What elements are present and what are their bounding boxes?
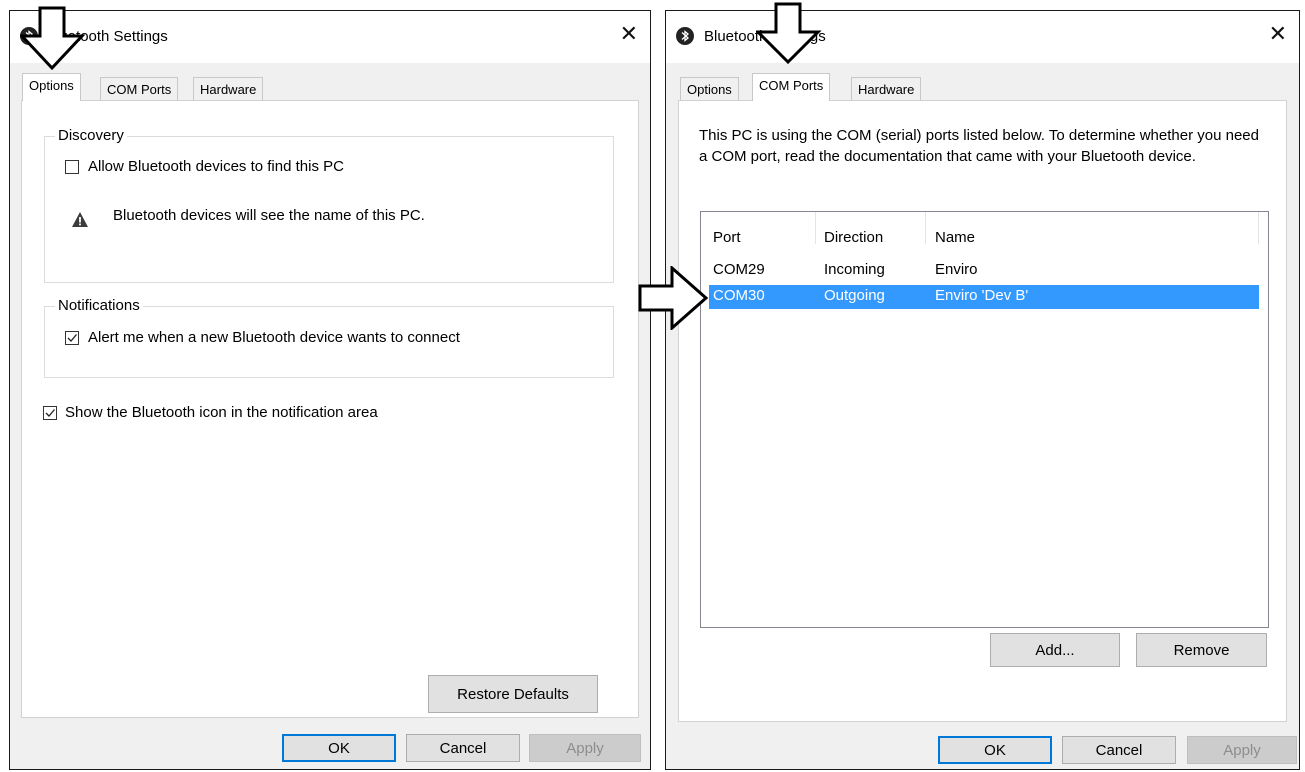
checkmark-icon [67,334,77,342]
close-icon[interactable]: ✕ [1269,23,1287,45]
title-bar: Bluetooth Settings ✕ [10,11,650,63]
column-header-port[interactable]: Port [713,229,741,246]
list-item-selected[interactable]: COM30 Outgoing Enviro 'Dev B' [709,285,1259,309]
list-item[interactable]: COM29 Incoming Enviro [709,259,1259,283]
direction-cell: Outgoing [824,287,885,304]
column-header-direction[interactable]: Direction [824,229,883,246]
options-panel: Discovery Allow Bluetooth devices to fin… [21,100,639,718]
ok-button[interactable]: OK [282,734,396,762]
column-separator [1258,212,1259,244]
arrow-down-icon [756,2,822,64]
com-ports-panel: This PC is using the COM (serial) ports … [678,100,1287,722]
show-icon-checkbox[interactable] [43,406,57,420]
bluetooth-settings-dialog-options: Bluetooth Settings ✕ Options COM Ports H… [9,10,651,770]
alert-checkbox[interactable] [65,331,79,345]
add-button[interactable]: Add... [990,633,1120,667]
tab-options[interactable]: Options [22,73,81,101]
arrow-right-icon [638,266,709,330]
tab-hardware[interactable]: Hardware [851,77,922,101]
port-cell: COM29 [713,261,765,278]
arrow-down-icon [20,6,86,70]
direction-cell: Incoming [824,261,885,278]
apply-button[interactable]: Apply [1187,736,1297,764]
warning-text: Bluetooth devices will see the name of t… [113,207,425,224]
alert-label: Alert me when a new Bluetooth device wan… [88,329,460,346]
column-header-name[interactable]: Name [935,229,975,246]
discovery-group: Discovery Allow Bluetooth devices to fin… [44,127,614,283]
bluetooth-settings-dialog-com-ports: Bluetooth Settings ✕ Options COM Ports H… [665,10,1300,770]
remove-button[interactable]: Remove [1136,633,1267,667]
allow-discovery-checkbox[interactable] [65,160,79,174]
tab-hardware[interactable]: Hardware [193,77,264,101]
discovery-legend: Discovery [55,127,127,144]
cancel-button[interactable]: Cancel [406,734,520,762]
bluetooth-icon [676,27,694,45]
tab-com-ports[interactable]: COM Ports [100,77,179,101]
notifications-group: Notifications Alert me when a new Blueto… [44,297,614,378]
restore-defaults-button[interactable]: Restore Defaults [428,675,598,713]
close-icon[interactable]: ✕ [620,23,638,45]
column-separator [925,212,926,244]
show-icon-label: Show the Bluetooth icon in the notificat… [65,404,378,421]
column-separator [815,212,816,244]
apply-button[interactable]: Apply [529,734,641,762]
com-ports-description: This PC is using the COM (serial) ports … [699,127,1259,165]
name-cell: Enviro [935,261,978,278]
tab-options[interactable]: Options [680,77,739,101]
warning-icon [72,212,88,227]
tab-com-ports[interactable]: COM Ports [752,73,831,101]
notifications-legend: Notifications [55,297,143,314]
port-cell: COM30 [713,287,765,304]
com-ports-list[interactable]: Port Direction Name COM29 Incoming Envir… [700,211,1269,628]
ok-button[interactable]: OK [938,736,1052,764]
name-cell: Enviro 'Dev B' [935,287,1029,304]
cancel-button[interactable]: Cancel [1062,736,1176,764]
checkmark-icon [45,409,55,417]
allow-discovery-label: Allow Bluetooth devices to find this PC [88,158,344,175]
